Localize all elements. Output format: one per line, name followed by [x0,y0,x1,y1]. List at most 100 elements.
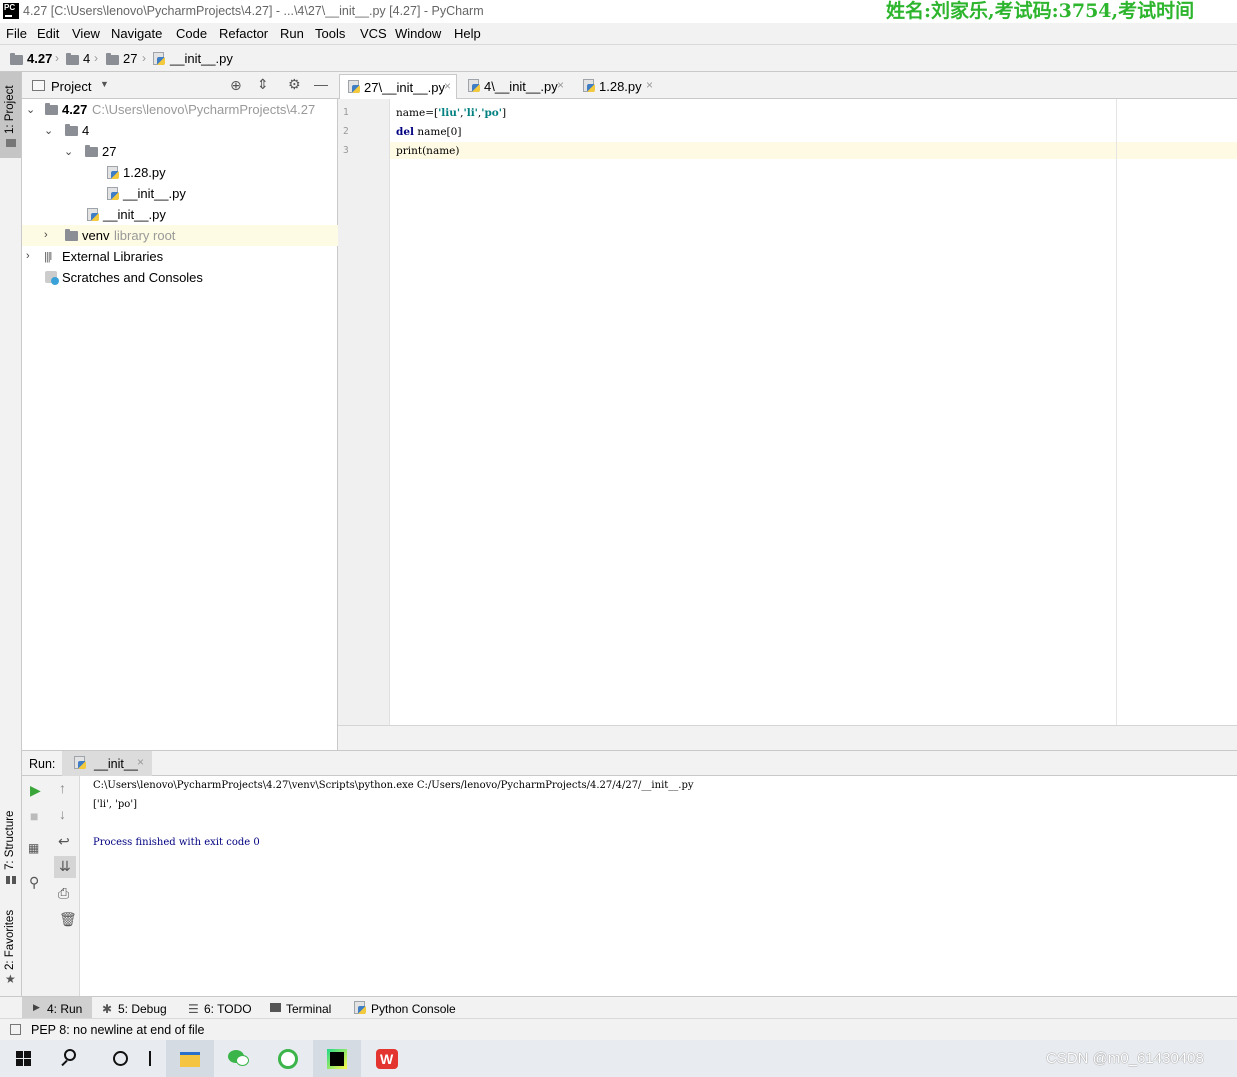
code-line-2[interactable]: del name[0] [396,126,461,138]
menu-navigate[interactable]: Navigate [111,26,162,41]
tree-label: 4.27 [62,102,88,117]
right-margin-guide [1116,99,1117,725]
stop-icon[interactable]: ■ [30,808,38,824]
csdn-watermark: CSDN @m0_61430408 [1046,1050,1204,1067]
breadcrumb-item-27[interactable]: 27 [123,51,137,66]
scroll-to-end-icon[interactable]: ⇊ [54,856,76,878]
cortana-icon [113,1051,128,1066]
close-icon[interactable]: × [557,78,564,92]
terminal-icon [270,1003,281,1012]
tree-path-hint: C:\Users\lenovo\PycharmProjects\4.27 [92,102,316,117]
tree-row-file-init-27[interactable]: __init__.py [22,183,338,204]
tree-row-file-init-4[interactable]: __init__.py [22,204,338,225]
menu-help[interactable]: Help [454,26,481,41]
chevron-down-icon[interactable]: ⌄ [44,124,53,137]
menu-edit[interactable]: Edit [37,26,59,41]
tab-1-28[interactable]: 1.28.py × [575,74,661,99]
up-arrow-icon[interactable]: ↑ [59,780,66,796]
wps-button[interactable]: W [363,1040,411,1077]
breadcrumb-item-root[interactable]: 4.27 [27,51,52,66]
bottom-tab-todo[interactable]: ☰ 6: TODO [185,997,255,1019]
status-toggle-icon[interactable] [10,1024,21,1035]
tree-row-folder-27[interactable]: ⌄ 27 [22,141,338,162]
bug-icon: ✱ [102,1002,113,1016]
bottom-tab-terminal[interactable]: Terminal [268,997,343,1019]
scroll-end-glyph: ⇊ [59,858,71,874]
menu-view[interactable]: View [72,26,100,41]
menu-vcs[interactable]: VCS [360,26,387,41]
tab-init-27[interactable]: 27\__init__.py × [339,74,457,99]
tab-init-4[interactable]: 4\__init__.py × [460,74,572,99]
structure-tool-label: 7: Structure [4,810,16,870]
browser-button[interactable] [265,1040,313,1077]
code-line-3[interactable]: print(name) [396,145,459,157]
minimize-icon[interactable]: — [314,76,328,92]
run-config-tab[interactable]: __init__ × [62,751,152,776]
bottom-tab-label: 5: Debug [118,1002,167,1016]
tree-row-venv[interactable]: › venv library root [22,225,338,246]
chevron-right-icon[interactable]: › [44,229,48,241]
chevron-right-icon: › [55,51,59,65]
close-icon[interactable]: × [137,755,144,769]
pin-icon[interactable]: ⚲ [29,874,39,891]
favorites-tool-tab[interactable]: 2: Favorites ★ [0,902,21,988]
tree-label: External Libraries [62,249,164,264]
file-explorer-button[interactable] [166,1040,214,1077]
chevron-down-icon[interactable]: ▼ [100,79,109,89]
windows-logo-part [24,1059,31,1066]
star-icon: ★ [5,972,16,986]
file-explorer-icon [180,1052,200,1067]
status-bar: PEP 8: no newline at end of file [0,1018,1237,1040]
gear-icon[interactable]: ⚙ [288,76,301,93]
start-button[interactable] [0,1040,48,1077]
breadcrumb: 4.27 › 4 › 27 › __init__.py [0,44,1237,72]
down-arrow-icon[interactable]: ↓ [59,806,66,822]
menu-tools[interactable]: Tools [315,26,345,41]
close-icon[interactable]: × [646,78,653,92]
cortana-button[interactable] [96,1040,144,1077]
soft-wrap-icon[interactable]: ↩ [58,833,70,850]
wechat-button[interactable] [216,1040,264,1077]
menu-window[interactable]: Window [395,26,441,41]
project-view-selector[interactable]: Project [51,79,91,94]
line-number-gutter: 1 2 3 [338,99,390,725]
tree-row-project-root[interactable]: ⌄ 4.27 C:\Users\lenovo\PycharmProjects\4… [22,99,338,120]
console-line: Process finished with exit code 0 [93,837,260,848]
tree-row-scratches[interactable]: Scratches and Consoles [22,267,338,288]
menu-refactor[interactable]: Refactor [219,26,268,41]
search-button[interactable] [48,1040,96,1077]
bottom-tab-python-console[interactable]: Python Console [353,997,463,1019]
menu-run[interactable]: Run [280,26,304,41]
folder-icon [65,124,78,136]
tree-row-folder-4[interactable]: ⌄ 4 [22,120,338,141]
menu-file[interactable]: File [6,26,27,41]
tab-label: 27\__init__.py [364,80,445,95]
project-tool-tab[interactable]: 1: Project [0,72,21,158]
bottom-tab-debug[interactable]: ✱ 5: Debug [98,997,173,1019]
chevron-right-icon[interactable]: › [26,250,30,262]
locate-target-icon[interactable]: ⊕ [230,77,242,94]
breadcrumb-item-4[interactable]: 4 [83,51,90,66]
tree-row-file-1-28[interactable]: 1.28.py [22,162,338,183]
bottom-tab-run[interactable]: ▶ 4: Run [22,997,92,1019]
code-line-1[interactable]: name=['liu','li','po'] [396,107,506,119]
print-icon[interactable]: ⎙ [58,885,69,902]
layout-icon[interactable]: ▦ [28,841,39,855]
trash-icon[interactable]: 🗑 [59,911,77,928]
rerun-icon[interactable]: ▶ [30,782,41,799]
chevron-down-icon[interactable]: ⌄ [26,103,35,116]
tree-row-external-libraries[interactable]: › |||l External Libraries [22,246,338,267]
pycharm-taskbar-button[interactable] [313,1040,361,1077]
structure-tool-tab[interactable]: 7: Structure [0,802,21,888]
collapse-all-icon[interactable]: ⇕ [257,76,269,93]
close-icon[interactable]: × [444,79,451,93]
task-view-button[interactable] [138,1040,166,1077]
library-root-hint: library root [114,228,176,243]
chevron-right-icon: › [142,51,146,65]
pycharm-logo-icon: PC [3,3,19,19]
chevron-down-icon[interactable]: ⌄ [64,145,73,158]
folder-icon [66,53,79,65]
menu-code[interactable]: Code [176,26,207,41]
breadcrumb-item-file[interactable]: __init__.py [170,51,233,66]
title-bar: PC 4.27 [C:\Users\lenovo\PycharmProjects… [0,0,1237,23]
